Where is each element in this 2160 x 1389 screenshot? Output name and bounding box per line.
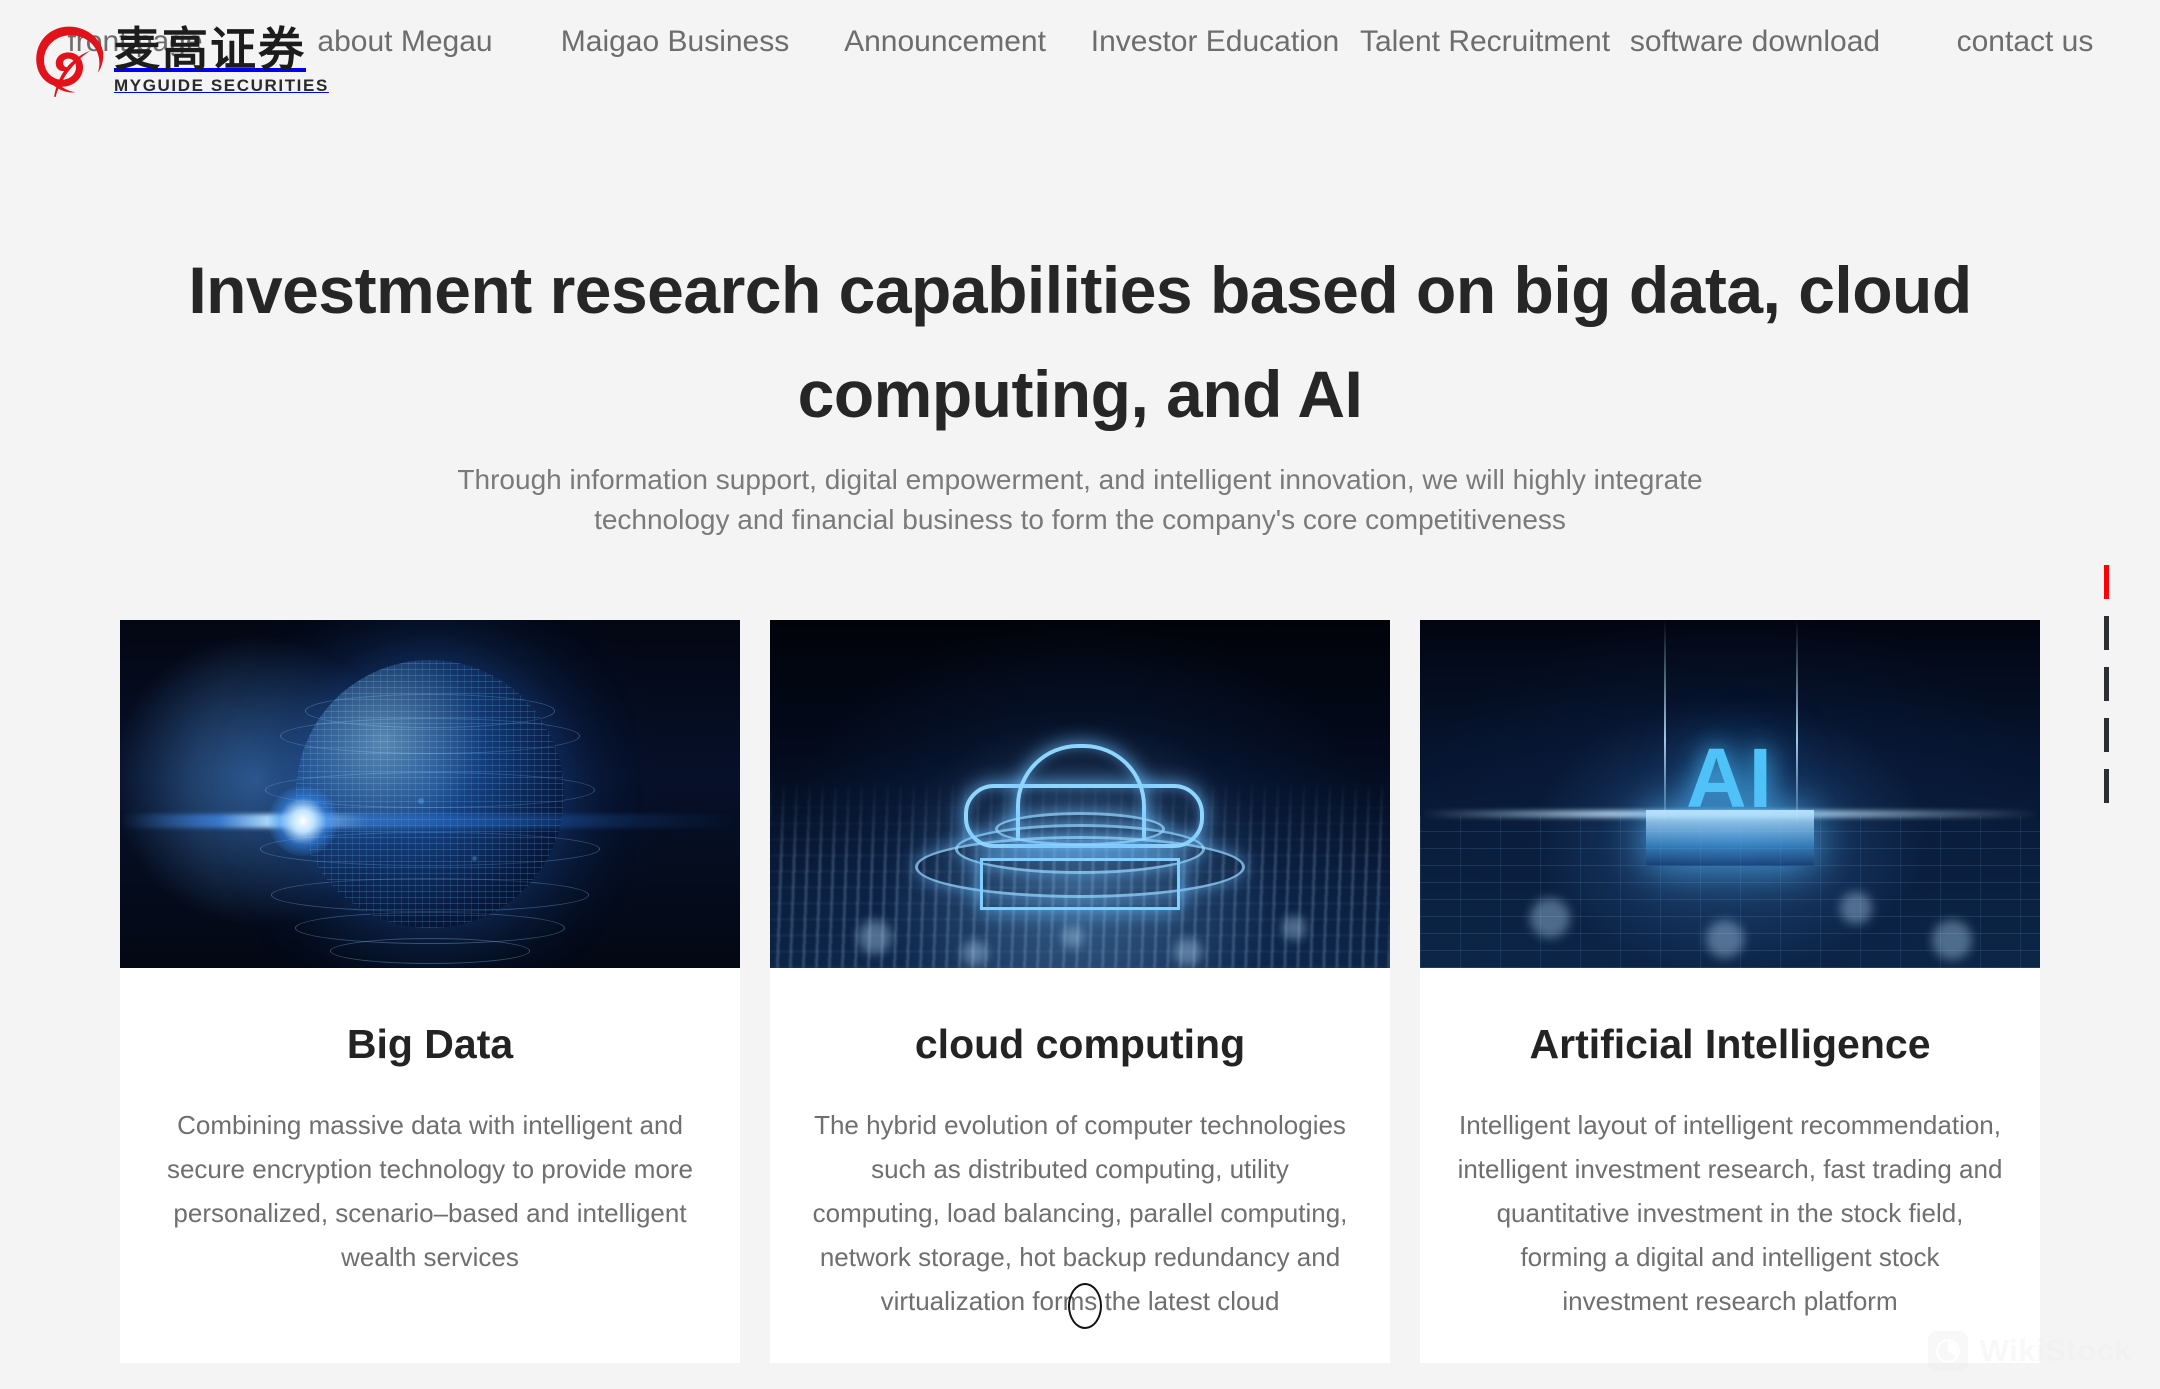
nav-item-contact-us[interactable]: contact us	[1890, 0, 2160, 65]
site-logo[interactable]: 麦高证券 MYGUIDE SECURITIES	[30, 22, 329, 100]
nav-item-software-download[interactable]: software download	[1620, 0, 1890, 65]
section-pagination	[2104, 565, 2112, 820]
card-body: Big Data Combining massive data with int…	[120, 968, 740, 1319]
section-pagination-dot-4[interactable]	[2104, 718, 2109, 752]
logo-name-cn: 麦高证券	[114, 22, 306, 77]
capability-card-big-data[interactable]: Big Data Combining massive data with int…	[120, 620, 740, 1364]
card-description: Combining massive data with intelligent …	[166, 1110, 694, 1273]
logo-wordmark: 麦高证券 MYGUIDE SECURITIES	[114, 25, 329, 96]
capability-card-artificial-intelligence[interactable]: AI Artificial Intelligence Intelligent l…	[1420, 620, 2040, 1364]
card-title: Artificial Intelligence	[1529, 1021, 1931, 1067]
section-pagination-dot-2[interactable]	[2104, 616, 2109, 650]
site-header: front page about Megau Maigao Business A…	[0, 0, 2160, 130]
capability-card-cloud-computing[interactable]: cloud computing The hybrid evolution of …	[770, 620, 1390, 1364]
section-pagination-dot-5[interactable]	[2104, 769, 2109, 803]
section-pagination-dot-1[interactable]	[2104, 565, 2109, 599]
section-pagination-dot-3[interactable]	[2104, 667, 2109, 701]
nav-item-announcement[interactable]: Announcement	[810, 0, 1080, 65]
card-title: cloud computing	[914, 1021, 1246, 1067]
nav-item-maigao-business[interactable]: Maigao Business	[540, 0, 810, 65]
ai-pedestal-image: AI	[1420, 620, 2040, 968]
wikistock-logo-icon	[1927, 1331, 1968, 1371]
wikistock-watermark: WikiStock	[1927, 1331, 2132, 1371]
logo-name-en: MYGUIDE SECURITIES	[114, 76, 329, 96]
page-title: Investment research capabilities based o…	[188, 253, 1972, 431]
digital-globe-image	[120, 620, 740, 968]
card-title: Big Data	[346, 1021, 514, 1067]
page-subtitle: Through information support, digital emp…	[457, 464, 1703, 535]
maigao-spiral-logo-icon	[30, 22, 108, 100]
card-body: Artificial Intelligence Intelligent layo…	[1420, 968, 2040, 1363]
nav-item-talent-recruitment[interactable]: Talent Recruitment	[1350, 0, 1620, 65]
card-description: Intelligent layout of intelligent recomm…	[1457, 1110, 2003, 1317]
text-cursor-ellipse-icon	[1068, 1283, 1102, 1329]
glowing-cloud-circuit-image	[770, 620, 1390, 968]
nav-item-investor-education[interactable]: Investor Education	[1080, 0, 1350, 65]
capability-card-list: Big Data Combining massive data with int…	[120, 620, 2040, 1364]
watermark-label: WikiStock	[1979, 1333, 2132, 1368]
